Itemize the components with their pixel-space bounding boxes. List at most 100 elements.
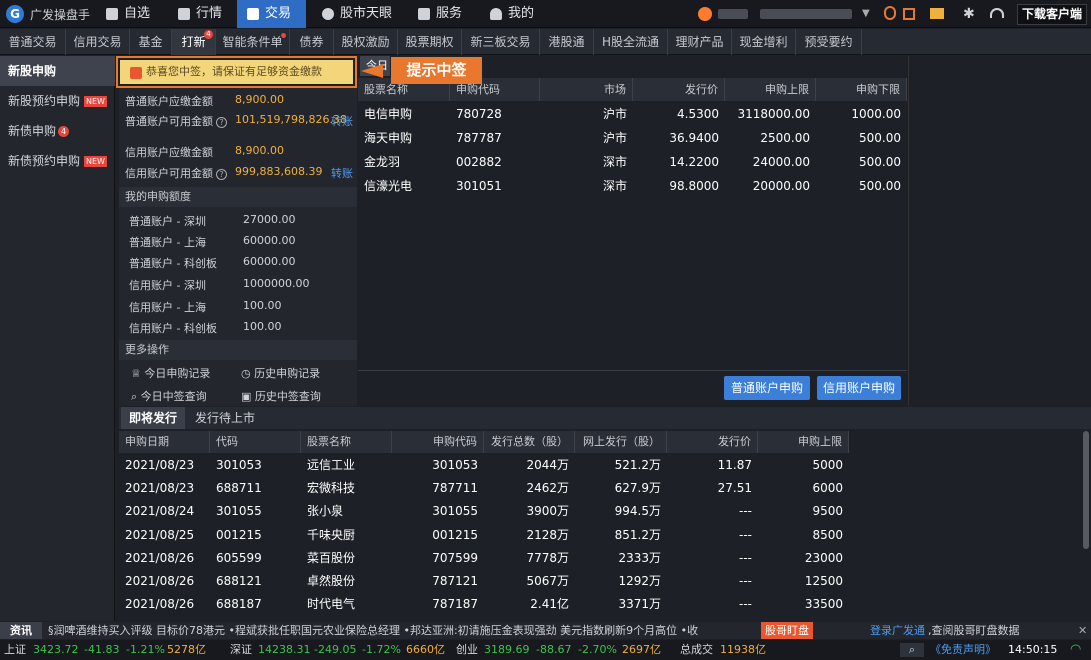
credit-account-subscribe-button[interactable]: 信用账户申购 xyxy=(817,376,901,400)
table-cell: 2021/08/24 xyxy=(125,504,195,519)
normal-transfer-link[interactable]: 转账 xyxy=(331,113,353,129)
app-logo-icon: G xyxy=(6,5,24,23)
column-header[interactable]: 申购日期 xyxy=(119,431,210,453)
news-text[interactable]: §润啤酒维持买入评级 目标价78港元 •程斌获批任职国元农业保险总经理 •邦达亚… xyxy=(48,622,758,639)
table-cell: 001215 xyxy=(432,527,478,542)
tab-cash-plus[interactable]: 现金增利 xyxy=(732,29,796,55)
tab-bond[interactable]: 债券 xyxy=(290,29,334,55)
table-cell: 信濠光电 xyxy=(364,179,413,193)
sh-amount: 5278亿 xyxy=(167,643,206,656)
table-cell: 521.2万 xyxy=(614,458,661,472)
news-ticker: 资讯 §润啤酒维持买入评级 目标价78港元 •程斌获批任职国元农业保险总经理 •… xyxy=(0,622,1091,639)
document-search-icon: ▣ xyxy=(241,390,252,403)
column-header[interactable]: 网上发行（股） xyxy=(575,431,667,453)
credit-transfer-link[interactable]: 转账 xyxy=(331,165,353,181)
table-cell: 卓然股份 xyxy=(307,574,356,588)
table-cell: 2021/08/23 xyxy=(125,458,195,472)
today-win-query-link[interactable]: ⌕ 今日中签查询 xyxy=(131,388,207,404)
table-cell: 605599 xyxy=(216,550,262,565)
search-icon[interactable]: ⌕ xyxy=(900,643,924,657)
account-blurred xyxy=(760,9,852,19)
nav-trade[interactable]: 交易 xyxy=(237,0,306,28)
today-subscription-table: 股票名称 申购代码 市场 发行价 申购上限 申购下限 电信申购 780728 沪… xyxy=(358,78,907,406)
quota-label: 普通账户 - 深圳 xyxy=(129,215,206,228)
tab-credit-trade[interactable]: 信用交易 xyxy=(66,29,130,55)
tab-pending-listing[interactable]: 发行待上市 xyxy=(187,407,263,429)
normal-account-subscribe-button[interactable]: 普通账户申购 xyxy=(724,376,810,400)
sidebar-item-ipo-reserve[interactable]: 新股预约申购 NEW xyxy=(0,86,115,116)
table-cell: 994.5万 xyxy=(614,504,661,519)
today-apply-record-link[interactable]: ♕ 今日申购记录 xyxy=(131,365,210,381)
sidebar-item-bond-reserve[interactable]: 新债预约申购 NEW xyxy=(0,146,115,176)
table-cell: 500.00 xyxy=(859,179,901,193)
nav-favorites[interactable]: 自选 xyxy=(96,0,160,28)
credit-due-label: 信用账户应缴金额 xyxy=(125,146,213,159)
table-cell: 6000 xyxy=(812,481,843,496)
help-icon[interactable]: ? xyxy=(216,117,227,128)
total-amount: 11938亿 xyxy=(720,643,766,656)
notification-dot-icon xyxy=(281,33,286,38)
table-cell: 5067万 xyxy=(526,574,569,588)
tab-h-share[interactable]: H股全流通 xyxy=(594,29,668,55)
table-cell: 2021/08/26 xyxy=(125,574,195,588)
quota-label: 信用账户 - 上海 xyxy=(129,301,206,314)
close-icon[interactable]: ✕ xyxy=(1078,622,1087,639)
login-link[interactable]: 登录广发通 xyxy=(870,622,925,639)
headset-icon[interactable] xyxy=(990,8,1004,18)
tab-neeq[interactable]: 新三板交易 xyxy=(462,29,540,55)
new-badge: NEW xyxy=(84,156,107,167)
sidebar-item-ipo-subscribe[interactable]: 新股申购 xyxy=(0,56,115,86)
tab-equity-incentive[interactable]: 股权激励 xyxy=(334,29,398,55)
tab-normal-trade[interactable]: 普通交易 xyxy=(0,29,66,55)
lower-tab-bar: 即将发行 发行待上市 xyxy=(119,407,1091,429)
help-icon[interactable]: ? xyxy=(216,169,227,180)
tab-fund[interactable]: 基金 xyxy=(130,29,172,55)
table-cell: --- xyxy=(739,527,752,542)
table-cell: 24000.00 xyxy=(752,155,810,169)
column-header[interactable]: 发行价 xyxy=(667,431,758,453)
history-win-query-link[interactable]: ▣ 历史中签查询 xyxy=(241,388,321,404)
sh-percent: -1.21% xyxy=(126,643,165,656)
nav-mine[interactable]: 我的 xyxy=(480,0,544,28)
table-cell: 2462万 xyxy=(526,481,569,496)
nav-stock-eye[interactable]: 股市天眼 xyxy=(312,0,402,28)
tab-wealth[interactable]: 理财产品 xyxy=(668,29,732,55)
table-cell: 688711 xyxy=(216,481,262,496)
table-cell: 远信工业 xyxy=(307,458,356,472)
tab-hk-connect[interactable]: 港股通 xyxy=(540,29,594,55)
clock-time: 14:50:15 xyxy=(1008,643,1058,656)
mail-icon[interactable] xyxy=(930,8,944,19)
chevron-down-icon[interactable]: ▼ xyxy=(862,8,870,19)
table-cell: 301055 xyxy=(432,504,478,519)
history-apply-record-link[interactable]: ◷ 历史申购记录 xyxy=(241,365,320,381)
nav-service[interactable]: 服务 xyxy=(408,0,472,28)
lock-icon[interactable] xyxy=(884,6,896,20)
column-header[interactable]: 股票名称 xyxy=(301,431,392,453)
tab-upcoming[interactable]: 即将发行 xyxy=(121,407,186,429)
table-cell: 1000.00 xyxy=(851,107,901,121)
table-cell: 14.2200 xyxy=(669,155,719,169)
tab-stock-option[interactable]: 股票期权 xyxy=(398,29,462,55)
disclaimer-link[interactable]: 《免责声明》 xyxy=(930,640,996,660)
column-header[interactable]: 发行总数（股） xyxy=(484,431,575,453)
stock-watch-tag[interactable]: 股哥盯盘 xyxy=(761,622,813,639)
column-header[interactable]: 申购代码 xyxy=(392,431,484,453)
column-header[interactable]: 代码 xyxy=(210,431,301,453)
scrollbar[interactable] xyxy=(1083,431,1089,549)
sidebar-item-bond-subscribe[interactable]: 新债申购 4 xyxy=(0,116,115,146)
wallet-icon[interactable] xyxy=(903,8,915,20)
search-icon: ⌕ xyxy=(131,390,138,403)
download-client-button[interactable]: 下载客户端 xyxy=(1017,4,1087,25)
nav-market[interactable]: 行情 xyxy=(168,0,232,28)
quota-value: 1000000.00 xyxy=(243,277,310,290)
gear-icon[interactable]: ✱ xyxy=(963,6,975,22)
table-cell: 500.00 xyxy=(859,155,901,169)
table-cell: 深市 xyxy=(602,155,627,169)
table-cell: --- xyxy=(739,550,752,565)
column-header[interactable]: 申购上限 xyxy=(758,431,849,453)
win-notification-toast[interactable]: 恭喜您中签，请保证有足够资金缴款 xyxy=(116,56,357,88)
avatar[interactable] xyxy=(698,7,712,21)
tab-smart-order[interactable]: 智能条件单 xyxy=(216,29,290,55)
tab-ipo[interactable]: 打新 4 xyxy=(172,29,216,55)
tab-tender-offer[interactable]: 预受要约 xyxy=(796,29,862,55)
